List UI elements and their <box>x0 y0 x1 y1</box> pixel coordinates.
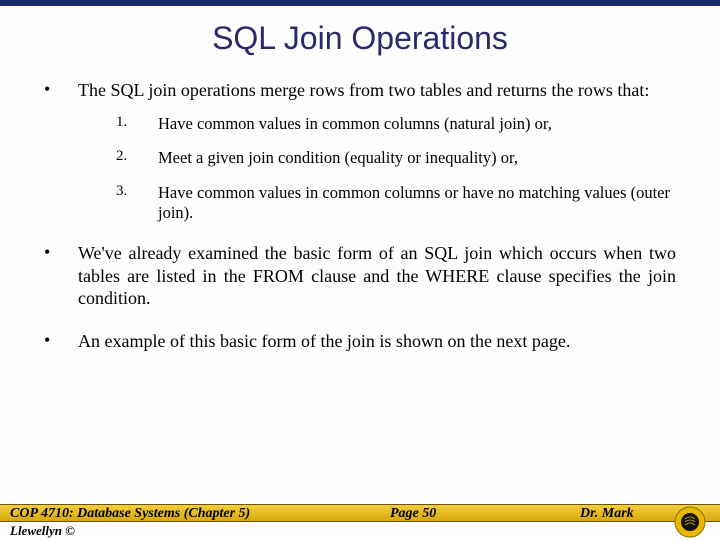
bullet-marker: • <box>44 242 78 310</box>
top-accent-bar <box>0 0 720 6</box>
footer-copyright: Llewellyn © <box>0 522 720 540</box>
slide-title: SQL Join Operations <box>0 20 720 57</box>
list-number: 2. <box>116 148 158 169</box>
bullet-marker: • <box>44 330 78 353</box>
list-item: 2. Meet a given join condition (equality… <box>116 148 676 169</box>
numbered-list: 1. Have common values in common columns … <box>116 114 676 225</box>
list-number: 1. <box>116 114 158 135</box>
footer-course: COP 4710: Database Systems (Chapter 5) <box>10 506 250 522</box>
bullet-1: • The SQL join operations merge rows fro… <box>44 79 676 102</box>
bullet-text: The SQL join operations merge rows from … <box>78 79 676 102</box>
footer-bar: COP 4710: Database Systems (Chapter 5) P… <box>0 504 720 522</box>
list-text: Have common values in common columns or … <box>158 183 676 224</box>
bullet-3: • An example of this basic form of the j… <box>44 330 676 353</box>
bullet-marker: • <box>44 79 78 102</box>
list-text: Meet a given join condition (equality or… <box>158 148 676 169</box>
slide-footer: COP 4710: Database Systems (Chapter 5) P… <box>0 504 720 540</box>
list-item: 1. Have common values in common columns … <box>116 114 676 135</box>
ucf-logo-icon <box>674 506 706 538</box>
list-text: Have common values in common columns (na… <box>158 114 676 135</box>
footer-author: Dr. Mark <box>580 506 634 522</box>
footer-page: Page 50 <box>390 506 436 522</box>
slide-content: • The SQL join operations merge rows fro… <box>0 57 720 352</box>
list-item: 3. Have common values in common columns … <box>116 183 676 224</box>
list-number: 3. <box>116 183 158 224</box>
bullet-text: An example of this basic form of the joi… <box>78 330 676 353</box>
bullet-2: • We've already examined the basic form … <box>44 242 676 310</box>
footer-text-row: COP 4710: Database Systems (Chapter 5) P… <box>0 505 720 523</box>
bullet-text: We've already examined the basic form of… <box>78 242 676 310</box>
